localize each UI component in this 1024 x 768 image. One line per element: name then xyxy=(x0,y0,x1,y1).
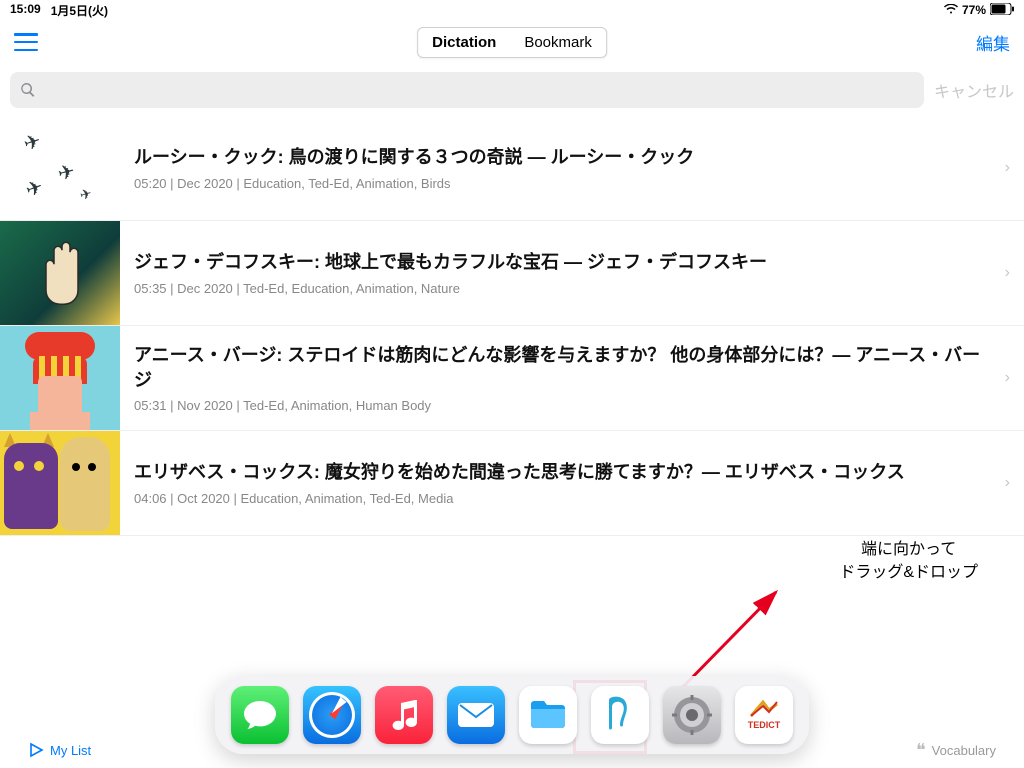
dock-app-tedict-label: TEDICT xyxy=(748,720,781,730)
chevron-right-icon: › xyxy=(1005,264,1024,282)
tab-vocabulary[interactable]: ❝ Vocabulary xyxy=(916,740,996,761)
thumbnail xyxy=(0,221,120,325)
list-item[interactable]: ジェフ・デコフスキー: 地球上で最もカラフルな宝石 ― ジェフ・デコフスキー 0… xyxy=(0,221,1024,326)
chevron-right-icon: › xyxy=(1005,159,1024,177)
item-meta: 05:20 | Dec 2020 | Education, Ted-Ed, An… xyxy=(134,176,991,191)
tab-mylist[interactable]: My List xyxy=(28,742,91,758)
item-title: ジェフ・デコフスキー: 地球上で最もカラフルな宝石 ― ジェフ・デコフスキー xyxy=(134,250,991,274)
tab-bookmark[interactable]: Bookmark xyxy=(510,28,606,57)
item-title: エリザベス・コックス: 魔女狩りを始めた間違った思考に勝てますか？― エリザベス… xyxy=(134,460,991,484)
status-battery: 77% xyxy=(962,3,986,17)
status-time: 15:09 xyxy=(10,2,41,19)
list-item[interactable]: アニース・バージ: ステロイドは筋肉にどんな影響を与えますか？ 他の身体部分には… xyxy=(0,326,1024,431)
nav-bar: Dictation Bookmark 編集 xyxy=(0,20,1024,64)
chevron-right-icon: › xyxy=(1005,474,1024,492)
status-date: 1月5日(火) xyxy=(51,2,108,19)
item-meta: 05:31 | Nov 2020 | Ted-Ed, Animation, Hu… xyxy=(134,398,991,413)
menu-button[interactable] xyxy=(14,33,38,51)
bottom-bar: My List ❝ Vocabulary xyxy=(0,734,1024,766)
list-item[interactable]: エリザベス・コックス: 魔女狩りを始めた間違った思考に勝てますか？― エリザベス… xyxy=(0,431,1024,536)
tab-dictation[interactable]: Dictation xyxy=(418,28,510,57)
thumbnail: ✈︎✈︎✈︎✈︎ xyxy=(0,116,120,220)
search-row: キャンセル xyxy=(0,64,1024,116)
video-list: ✈︎✈︎✈︎✈︎ ルーシー・クック: 鳥の渡りに関する３つの奇説 ― ルーシー・… xyxy=(0,116,1024,536)
play-icon xyxy=(28,742,44,758)
status-bar: 15:09 1月5日(火) 77% xyxy=(0,0,1024,20)
search-input[interactable] xyxy=(10,72,924,108)
item-title: ルーシー・クック: 鳥の渡りに関する３つの奇説 ― ルーシー・クック xyxy=(134,145,991,169)
item-title: アニース・バージ: ステロイドは筋肉にどんな影響を与えますか？ 他の身体部分には… xyxy=(134,343,991,392)
wifi-icon xyxy=(944,3,958,17)
quote-icon: ❝ xyxy=(916,740,926,761)
item-meta: 05:35 | Dec 2020 | Ted-Ed, Education, An… xyxy=(134,281,991,296)
edit-button[interactable]: 編集 xyxy=(976,30,1010,55)
cancel-button[interactable]: キャンセル xyxy=(934,78,1014,102)
thumbnail xyxy=(0,326,120,430)
list-item[interactable]: ✈︎✈︎✈︎✈︎ ルーシー・クック: 鳥の渡りに関する３つの奇説 ― ルーシー・… xyxy=(0,116,1024,221)
search-icon xyxy=(20,82,36,98)
segmented-control: Dictation Bookmark xyxy=(417,27,607,58)
annotation-text: 端に向かって ドラッグ&ドロップ xyxy=(839,538,978,584)
chevron-right-icon: › xyxy=(1005,369,1024,387)
battery-icon xyxy=(990,3,1014,18)
thumbnail xyxy=(0,431,120,535)
item-meta: 04:06 | Oct 2020 | Education, Animation,… xyxy=(134,491,991,506)
